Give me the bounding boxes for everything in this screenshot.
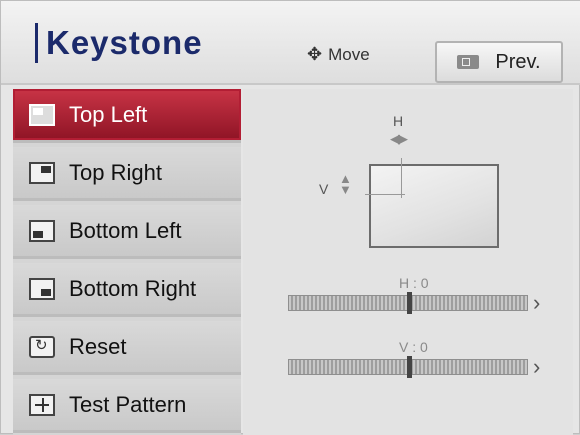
h-slider-thumb[interactable] <box>407 292 412 314</box>
v-arrows-icon: ▲ ▼ <box>339 171 352 197</box>
menu-item-test-pattern[interactable]: Test Pattern <box>13 379 241 433</box>
v-slider[interactable] <box>288 356 528 378</box>
h-axis-label: H <box>393 113 404 129</box>
back-icon <box>457 55 480 69</box>
prev-button[interactable]: Prev. <box>435 41 563 83</box>
reset-icon <box>29 335 55 358</box>
keystone-menu: Top Left Top Right Bottom Left Bottom Ri… <box>13 89 241 435</box>
v-axis-label: V <box>319 181 329 197</box>
v-slider-right-arrow-icon[interactable]: › <box>533 354 540 380</box>
move-arrows-icon: ✥ <box>307 44 323 64</box>
top-left-icon <box>29 103 55 126</box>
test-pattern-icon <box>29 393 55 416</box>
menu-item-reset[interactable]: Reset <box>13 321 241 375</box>
h-slider-label: H : 0 <box>399 275 429 291</box>
menu-item-label: Reset <box>69 333 127 359</box>
menu-item-top-right[interactable]: Top Right <box>13 147 241 201</box>
page-title: Keystone <box>35 23 203 63</box>
menu-item-top-left[interactable]: Top Left <box>13 89 241 143</box>
move-label: Move <box>328 44 370 64</box>
keystone-dialog: Keystone ✥ Move Prev. Top Left Top Right… <box>0 0 580 435</box>
h-slider[interactable] <box>288 292 528 314</box>
move-hint: ✥ Move <box>307 44 370 65</box>
keystone-preview <box>365 158 499 248</box>
h-slider-right-arrow-icon[interactable]: › <box>533 290 540 316</box>
menu-item-bottom-left[interactable]: Bottom Left <box>13 205 241 259</box>
menu-item-label: Top Left <box>69 101 148 127</box>
v-slider-thumb[interactable] <box>407 356 412 378</box>
menu-item-label: Bottom Right <box>69 275 197 301</box>
v-slider-label: V : 0 <box>399 339 428 355</box>
menu-item-label: Test Pattern <box>69 391 187 417</box>
bottom-right-icon <box>29 277 55 300</box>
menu-item-bottom-right[interactable]: Bottom Right <box>13 263 241 317</box>
top-right-icon <box>29 161 55 184</box>
menu-item-label: Top Right <box>69 159 162 185</box>
bottom-left-icon <box>29 219 55 242</box>
menu-item-label: Bottom Left <box>69 217 182 243</box>
h-arrows-icon: ◀▶ <box>390 131 408 146</box>
preview-panel <box>243 89 573 435</box>
prev-label: Prev. <box>495 50 541 73</box>
header: Keystone ✥ Move Prev. <box>1 1 580 85</box>
